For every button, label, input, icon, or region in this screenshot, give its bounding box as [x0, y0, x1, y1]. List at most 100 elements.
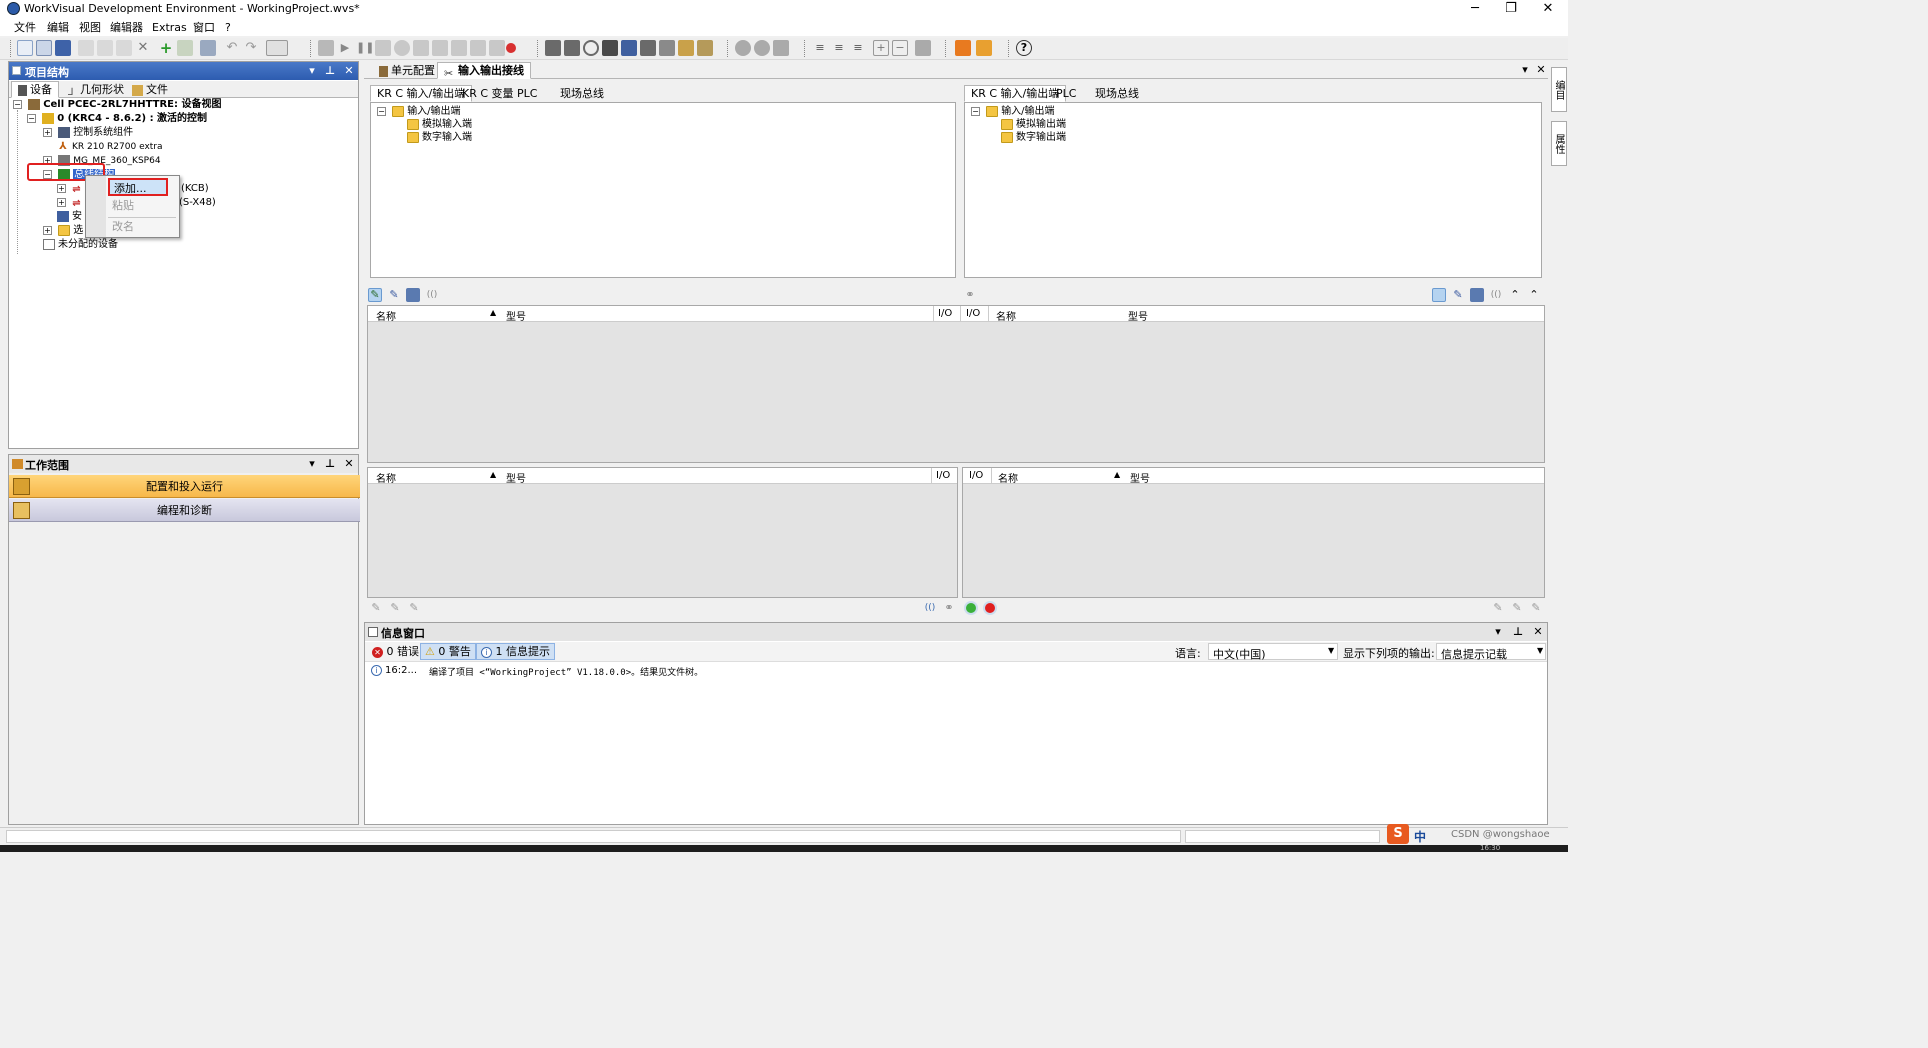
green-status-icon[interactable]: [964, 601, 978, 615]
pin-icon[interactable]: ✎: [369, 601, 383, 615]
col-io-2[interactable]: I/O: [966, 308, 980, 319]
panel-pin-button[interactable]: ⊥: [1511, 625, 1525, 638]
help-icon[interactable]: ?: [1016, 40, 1032, 56]
expand-icon[interactable]: +: [57, 198, 66, 207]
menu-file[interactable]: 文件: [8, 20, 42, 35]
book-icon[interactable]: [678, 40, 694, 56]
tree-node-kcb[interactable]: + ⇌ (KCB): [57, 182, 209, 196]
signal-icon[interactable]: ((): [1489, 288, 1503, 302]
warnings-filter-button[interactable]: ⚠ 0 警告: [420, 643, 476, 660]
col-name[interactable]: 名称: [998, 470, 1018, 485]
document-close-button[interactable]: ✕: [1534, 63, 1548, 76]
menu-editors[interactable]: 编辑器: [104, 20, 149, 35]
link-icon[interactable]: ⚭: [942, 601, 956, 615]
col-type[interactable]: 型号: [506, 470, 526, 485]
tree-node-io[interactable]: − 输入/输出端: [971, 105, 1055, 119]
deploy-icon[interactable]: [545, 40, 561, 56]
tab-fieldbus[interactable]: 现场总线: [553, 85, 611, 102]
copy-icon[interactable]: [97, 40, 113, 56]
lock-icon[interactable]: [621, 40, 637, 56]
ime-logo-icon[interactable]: S: [1387, 824, 1409, 844]
cut-icon[interactable]: [78, 40, 94, 56]
play-icon[interactable]: ▶: [337, 40, 353, 56]
tree-node-safety[interactable]: 安: [57, 210, 82, 224]
debug-icon[interactable]: [432, 40, 448, 56]
paste-icon[interactable]: [116, 40, 132, 56]
package-icon[interactable]: [697, 40, 713, 56]
add-icon[interactable]: +: [158, 40, 174, 56]
menu-view[interactable]: 视图: [73, 20, 107, 35]
save-icon[interactable]: [55, 40, 71, 56]
new-icon[interactable]: [17, 40, 33, 56]
tab-fieldbus[interactable]: 现场总线: [1088, 85, 1146, 102]
tree-node-analog-out[interactable]: 模拟输出端: [1001, 118, 1066, 132]
errors-filter-button[interactable]: ✕ 0 错误: [367, 643, 424, 660]
tab-io-wiring[interactable]: ✂ 输入输出接线: [437, 62, 531, 80]
compare-icon[interactable]: [976, 40, 992, 56]
tab-devices[interactable]: 设备: [11, 81, 59, 98]
expand-icon[interactable]: +: [57, 184, 66, 193]
panel-dropdown-button[interactable]: ▾: [1491, 625, 1505, 638]
col-name[interactable]: 名称: [376, 470, 396, 485]
col-name-2[interactable]: 名称: [996, 308, 1016, 323]
panel-close-button[interactable]: ✕: [1531, 625, 1545, 638]
menu-help[interactable]: ?: [219, 20, 237, 35]
tree-node-unassigned[interactable]: 未分配的设备: [43, 238, 118, 252]
move-up-icon[interactable]: ⌃: [1508, 288, 1522, 302]
panel-dropdown-button[interactable]: ▾: [305, 457, 319, 470]
edit-icon[interactable]: [659, 40, 675, 56]
tree-node-digital-in[interactable]: 数字输入端: [407, 131, 472, 145]
step-icon[interactable]: [375, 40, 391, 56]
sync-icon[interactable]: [773, 40, 789, 56]
catalog-side-tab[interactable]: 编目: [1551, 67, 1567, 112]
tool-icon[interactable]: ✎: [407, 601, 421, 615]
expand-icon[interactable]: +: [873, 40, 889, 56]
close-button[interactable]: ✕: [1528, 0, 1568, 18]
align-left-icon[interactable]: ≡: [812, 40, 828, 56]
table-icon[interactable]: [406, 288, 420, 302]
panel-pin-button[interactable]: ⊥: [323, 64, 337, 77]
disconnect-icon[interactable]: ✎: [1451, 288, 1465, 302]
panel-dropdown-button[interactable]: ▾: [305, 64, 319, 77]
globe-icon[interactable]: [735, 40, 751, 56]
ime-mode[interactable]: 中: [1414, 828, 1426, 845]
red-status-icon[interactable]: [983, 601, 997, 615]
signal-icon[interactable]: ((): [425, 288, 439, 302]
tree-node-cell[interactable]: − Cell PCEC-2RL7HHTTRE: 设备视图: [13, 98, 221, 112]
panel-pin-button[interactable]: ⊥: [323, 457, 337, 470]
tree-node-digital-out[interactable]: 数字输出端: [1001, 131, 1066, 145]
tool-icon[interactable]: ✎: [1529, 601, 1543, 615]
doc-icon[interactable]: [451, 40, 467, 56]
context-add-item[interactable]: 添加...: [108, 178, 168, 196]
col-type-2[interactable]: 型号: [1128, 308, 1148, 323]
maximize-button[interactable]: ❐: [1491, 0, 1531, 18]
col-io[interactable]: I/O: [969, 470, 983, 481]
connect-icon[interactable]: ✎: [368, 288, 382, 302]
message-row[interactable]: i 16:2... 编译了项目 <“WorkingProject” V1.18.…: [365, 663, 1547, 679]
collapse-icon[interactable]: −: [892, 40, 908, 56]
collapse-icon[interactable]: −: [13, 100, 22, 109]
menu-edit[interactable]: 编辑: [41, 20, 75, 35]
tree-node-robot[interactable]: ⅄ KR 210 R2700 extra: [57, 140, 162, 154]
collapse-icon[interactable]: −: [971, 107, 980, 116]
record-icon[interactable]: [506, 43, 516, 53]
col-io[interactable]: I/O: [938, 308, 952, 319]
tree-node-control-components[interactable]: + 控制系统组件: [43, 126, 133, 140]
col-io[interactable]: I/O: [936, 470, 950, 481]
pause-icon[interactable]: ❚❚: [356, 40, 374, 56]
tab-plc[interactable]: PLC: [1049, 85, 1083, 102]
connect-icon[interactable]: [1432, 288, 1446, 302]
tree-icon[interactable]: [489, 40, 505, 56]
minimize-button[interactable]: ─: [1455, 0, 1495, 18]
open-icon[interactable]: [36, 40, 52, 56]
align-center-icon[interactable]: ≡: [831, 40, 847, 56]
stop-icon[interactable]: [394, 40, 410, 56]
expand-icon[interactable]: +: [43, 128, 52, 137]
menu-window[interactable]: 窗口: [187, 20, 221, 35]
wrench-icon[interactable]: [318, 40, 334, 56]
col-name[interactable]: 名称: [376, 308, 396, 323]
network-icon[interactable]: [470, 40, 486, 56]
edit-icon[interactable]: ✎: [1510, 601, 1524, 615]
dropdown-icon[interactable]: [266, 40, 288, 56]
tree-node-analog-in[interactable]: 模拟输入端: [407, 118, 472, 132]
